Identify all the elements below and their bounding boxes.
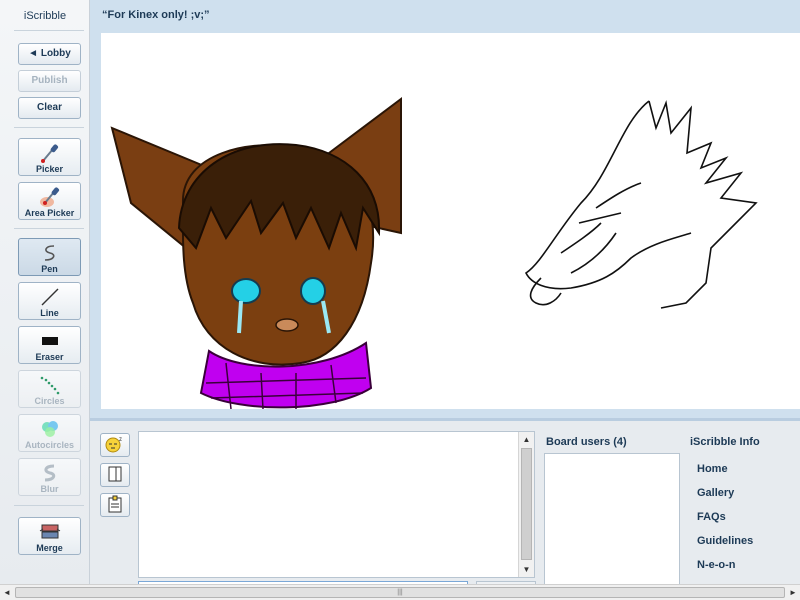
canvas-frame: “For Kinex only! ;v;”: [90, 0, 800, 418]
clear-button[interactable]: Clear: [18, 97, 81, 119]
nose: [275, 318, 299, 332]
eye-left: [231, 278, 261, 304]
scroll-right-icon[interactable]: ►: [787, 587, 799, 598]
scroll-thumb[interactable]: [521, 448, 532, 560]
area-picker-tool-button[interactable]: Area Picker: [18, 182, 81, 220]
eyedropper-icon: [19, 142, 80, 164]
tool-sidebar: iScribble ◄ Lobby Publish Clear Picker A…: [0, 0, 90, 584]
blur-stroke-icon: [19, 462, 80, 484]
wolf-sketch: [524, 100, 758, 309]
chat-log[interactable]: [138, 431, 535, 578]
bottom-panel: z ▲ ▼ Board users (4) iScribble Info Hom…: [90, 418, 800, 589]
area-eyedropper-icon: [19, 186, 80, 208]
scroll-left-icon[interactable]: ◄: [1, 587, 13, 598]
scroll-up-icon[interactable]: ▲: [521, 434, 532, 445]
circles-tool-button[interactable]: Circles: [18, 370, 81, 408]
line-tool-button[interactable]: Line: [18, 282, 81, 320]
autocircles-tool-button[interactable]: Autocircles: [18, 414, 81, 452]
divider: [14, 30, 84, 31]
info-link-faqs[interactable]: FAQs: [697, 511, 726, 523]
board-title: “For Kinex only! ;v;”: [102, 9, 210, 21]
scroll-down-icon[interactable]: ▼: [521, 564, 532, 575]
info-link-neon[interactable]: N-e-o-n: [697, 559, 736, 571]
info-link-guidelines[interactable]: Guidelines: [697, 535, 753, 547]
divider: [14, 228, 84, 229]
clipboard-button[interactable]: [100, 493, 130, 517]
tool-label: Autocircles: [24, 440, 75, 450]
lobby-button[interactable]: ◄ Lobby: [18, 43, 81, 65]
pen-stroke-icon: [19, 242, 80, 264]
tool-label: Blur: [40, 484, 59, 494]
clipboard-icon: [107, 495, 123, 516]
eraser-icon: [19, 330, 80, 352]
merge-layers-icon: [19, 521, 80, 543]
chat-scrollbar[interactable]: ▲ ▼: [518, 432, 534, 577]
info-link-home[interactable]: Home: [697, 463, 728, 475]
tool-label: Merge: [36, 543, 63, 553]
pen-tool-button[interactable]: Pen: [18, 238, 81, 276]
info-link-gallery[interactable]: Gallery: [697, 487, 734, 499]
eye-right: [300, 277, 326, 305]
svg-text:z: z: [119, 437, 122, 443]
sleepy-face-icon: z: [104, 435, 126, 456]
tool-label: Picker: [35, 164, 64, 174]
board-users-title: Board users (4): [546, 436, 627, 448]
eraser-tool-button[interactable]: Eraser: [18, 326, 81, 364]
drawing-canvas[interactable]: [101, 33, 800, 409]
picker-tool-button[interactable]: Picker: [18, 138, 81, 176]
divider: [14, 127, 84, 128]
window-horizontal-scrollbar[interactable]: ◄ ||| ►: [0, 584, 800, 600]
publish-button[interactable]: Publish: [18, 70, 81, 92]
line-icon: [19, 286, 80, 308]
bubbles-icon: [19, 418, 80, 440]
blur-tool-button[interactable]: Blur: [18, 458, 81, 496]
tool-label: Line: [40, 308, 59, 318]
dotted-arc-icon: [19, 374, 80, 396]
merge-button[interactable]: Merge: [18, 517, 81, 555]
drawing-artwork: [110, 97, 758, 409]
away-status-button[interactable]: z: [100, 433, 130, 457]
tool-label: Circles: [34, 396, 65, 406]
info-title: iScribble Info: [690, 436, 760, 448]
window-panel-icon: [107, 465, 123, 486]
tool-label: Pen: [41, 264, 58, 274]
divider: [14, 505, 84, 506]
app-title: iScribble: [23, 10, 67, 22]
tool-label: Area Picker: [24, 208, 75, 218]
tool-label: Eraser: [35, 352, 64, 362]
board-users-list[interactable]: [544, 453, 680, 589]
panel-toggle-button[interactable]: [100, 463, 130, 487]
scroll-thumb[interactable]: |||: [15, 587, 785, 598]
